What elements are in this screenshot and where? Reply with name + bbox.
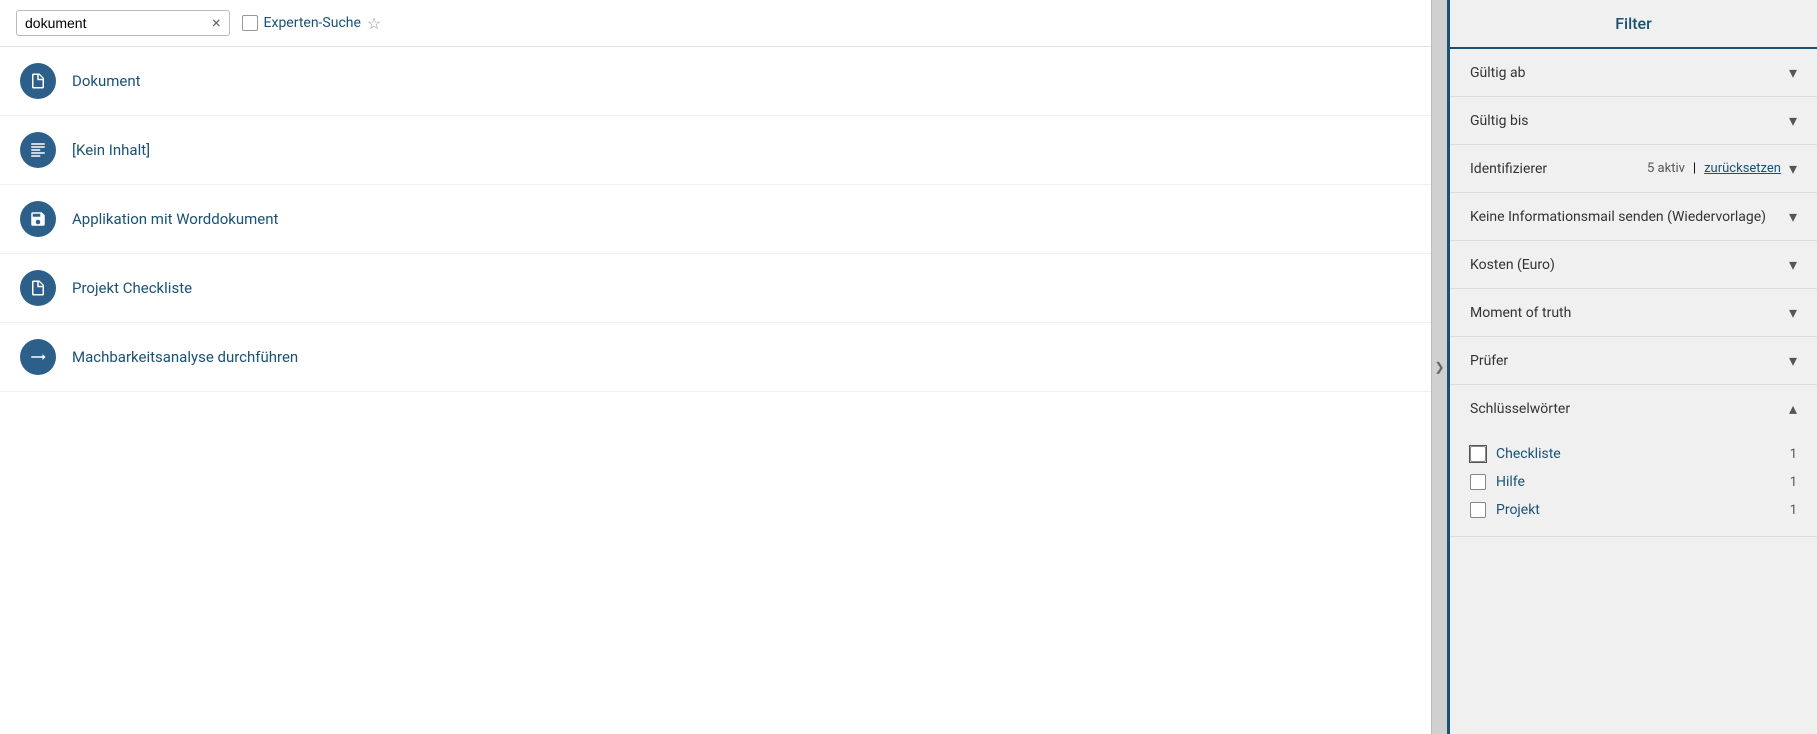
filter-section-header-identifizierer[interactable]: Identifizierer 5 aktiv | zurücksetzen ▾ xyxy=(1450,145,1817,192)
filter-section-header-gueltig_ab[interactable]: Gültig ab ▾ xyxy=(1450,49,1817,96)
keyword-label: Projekt xyxy=(1496,502,1780,518)
result-icon-document xyxy=(20,63,56,99)
result-item[interactable]: [Kein Inhalt] xyxy=(0,116,1431,185)
right-panel-wrapper: ❯ Filter Gültig ab▾Gültig bis▾Identifizi… xyxy=(1431,0,1817,734)
result-item[interactable]: Machbarkeitsanalyse durchführen xyxy=(0,323,1431,392)
chevron-down-icon: ▾ xyxy=(1789,255,1797,274)
filter-section-moment_of_truth: Moment of truth ▾ xyxy=(1450,289,1817,337)
filter-section-schluesselwoerter: Schlüsselwörter▴Checkliste1Hilfe1Projekt… xyxy=(1450,385,1817,537)
result-icon-text xyxy=(20,132,56,168)
filter-section-meta-gueltig_bis: ▾ xyxy=(1789,111,1797,130)
filter-section-header-kosten[interactable]: Kosten (Euro) ▾ xyxy=(1450,241,1817,288)
chevron-down-icon: ▾ xyxy=(1789,303,1797,322)
keyword-count: 1 xyxy=(1790,475,1797,490)
chevron-right-icon: ❯ xyxy=(1434,360,1444,374)
keyword-label: Hilfe xyxy=(1496,474,1780,490)
keyword-checkbox[interactable] xyxy=(1470,502,1486,518)
filter-section-meta-kosten: ▾ xyxy=(1789,255,1797,274)
filter-section-title-gueltig_ab: Gültig ab xyxy=(1470,65,1525,81)
filter-section-meta-schluesselwoerter: ▴ xyxy=(1789,399,1797,418)
filter-section-title-pruefer: Prüfer xyxy=(1470,353,1508,369)
filter-section-title-kosten: Kosten (Euro) xyxy=(1470,257,1555,273)
search-input[interactable] xyxy=(25,15,206,31)
filter-reset-link[interactable]: zurücksetzen xyxy=(1704,161,1781,176)
filter-section-header-keine_informationsmail[interactable]: Keine Informationsmail senden (Wiedervor… xyxy=(1450,193,1817,240)
keyword-count: 1 xyxy=(1790,503,1797,518)
filter-section-meta-keine_informationsmail: ▾ xyxy=(1789,207,1797,226)
result-title: Dokument xyxy=(72,72,141,90)
filter-active-count: 5 aktiv xyxy=(1647,161,1685,176)
filter-section-pruefer: Prüfer ▾ xyxy=(1450,337,1817,385)
keyword-item[interactable]: Projekt 1 xyxy=(1470,496,1797,524)
result-title: Machbarkeitsanalyse durchführen xyxy=(72,348,298,366)
result-icon-disk xyxy=(20,201,56,237)
result-title: Projekt Checkliste xyxy=(72,279,192,297)
filter-section-title-keine_informationsmail: Keine Informationsmail senden (Wiedervor… xyxy=(1470,209,1766,225)
keyword-checkbox[interactable] xyxy=(1470,474,1486,490)
main-content: × Experten-Suche ☆ Dokument [Kein Inhalt]… xyxy=(0,0,1431,734)
chevron-down-icon: ▾ xyxy=(1789,111,1797,130)
filter-section-header-schluesselwoerter[interactable]: Schlüsselwörter ▴ xyxy=(1450,385,1817,432)
chevron-down-icon: ▾ xyxy=(1789,159,1797,178)
result-item[interactable]: Projekt Checkliste xyxy=(0,254,1431,323)
filter-section-meta-gueltig_ab: ▾ xyxy=(1789,63,1797,82)
chevron-down-icon: ▾ xyxy=(1789,207,1797,226)
keyword-label: Checkliste xyxy=(1496,446,1780,462)
result-title: [Kein Inhalt] xyxy=(72,141,150,159)
chevron-up-icon: ▴ xyxy=(1789,399,1797,418)
collapse-panel-button[interactable]: ❯ xyxy=(1431,0,1447,734)
filter-section-header-gueltig_bis[interactable]: Gültig bis ▾ xyxy=(1450,97,1817,144)
result-item[interactable]: Applikation mit Worddokument xyxy=(0,185,1431,254)
filter-section-header-pruefer[interactable]: Prüfer ▾ xyxy=(1450,337,1817,384)
filter-section-title-moment_of_truth: Moment of truth xyxy=(1470,305,1571,321)
chevron-down-icon: ▾ xyxy=(1789,63,1797,82)
filter-section-meta-moment_of_truth: ▾ xyxy=(1789,303,1797,322)
filter-section-content-keywords: Checkliste 1 Hilfe 1 Projekt 1 xyxy=(1450,432,1817,536)
filter-section-title-identifizierer: Identifizierer xyxy=(1470,161,1547,177)
clear-icon[interactable]: × xyxy=(212,15,221,31)
keyword-checkbox[interactable] xyxy=(1470,446,1486,462)
result-icon-arrow xyxy=(20,339,56,375)
filter-section-meta-pruefer: ▾ xyxy=(1789,351,1797,370)
search-bar: × Experten-Suche ☆ xyxy=(0,0,1431,47)
experten-wrapper: Experten-Suche ☆ xyxy=(242,14,382,33)
filter-section-header-moment_of_truth[interactable]: Moment of truth ▾ xyxy=(1450,289,1817,336)
filter-section-kosten: Kosten (Euro) ▾ xyxy=(1450,241,1817,289)
chevron-down-icon: ▾ xyxy=(1789,351,1797,370)
keyword-count: 1 xyxy=(1790,447,1797,462)
filter-section-title-schluesselwoerter: Schlüsselwörter xyxy=(1470,401,1570,417)
filter-section-title-gueltig_bis: Gültig bis xyxy=(1470,113,1528,129)
filter-section-gueltig_bis: Gültig bis ▾ xyxy=(1450,97,1817,145)
experten-suche-link[interactable]: Experten-Suche xyxy=(264,15,361,31)
results-list: Dokument [Kein Inhalt] Applikation mit Wor… xyxy=(0,47,1431,734)
filter-section-meta-identifizierer: 5 aktiv | zurücksetzen ▾ xyxy=(1647,159,1797,178)
keyword-item[interactable]: Checkliste 1 xyxy=(1470,440,1797,468)
result-item[interactable]: Dokument xyxy=(0,47,1431,116)
filter-separator: | xyxy=(1693,161,1696,176)
filter-panel: Filter Gültig ab▾Gültig bis▾Identifizier… xyxy=(1447,0,1817,734)
result-icon-document xyxy=(20,270,56,306)
filter-section-gueltig_ab: Gültig ab ▾ xyxy=(1450,49,1817,97)
filter-header: Filter xyxy=(1450,0,1817,49)
keyword-item[interactable]: Hilfe 1 xyxy=(1470,468,1797,496)
filter-section-keine_informationsmail: Keine Informationsmail senden (Wiedervor… xyxy=(1450,193,1817,241)
filter-section-identifizierer: Identifizierer 5 aktiv | zurücksetzen ▾ xyxy=(1450,145,1817,193)
experten-checkbox-icon[interactable] xyxy=(242,15,258,31)
search-input-wrapper[interactable]: × xyxy=(16,10,230,36)
result-title: Applikation mit Worddokument xyxy=(72,210,278,228)
star-icon[interactable]: ☆ xyxy=(367,14,381,33)
